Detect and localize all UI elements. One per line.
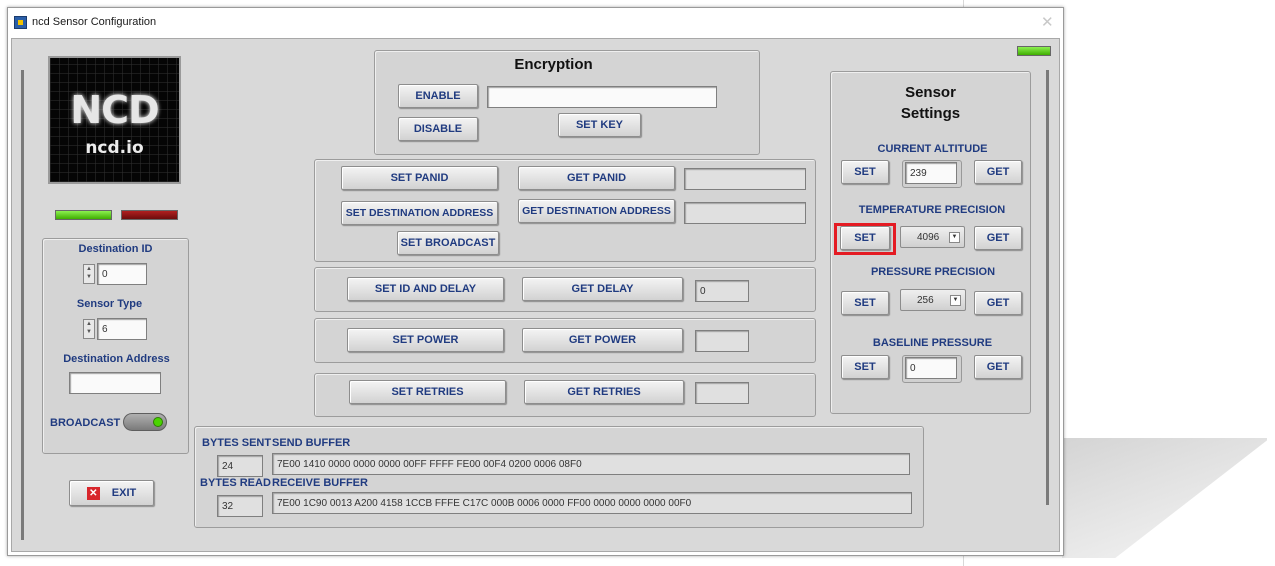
get-panid-button[interactable]: GET PANID: [518, 166, 675, 190]
bytes-read-label: BYTES READ: [200, 477, 271, 489]
logo-url: ncd.io: [85, 138, 144, 158]
left-scrollbar[interactable]: [21, 70, 24, 540]
pressure-precision-select[interactable]: 256 ▼: [900, 289, 966, 311]
right-scrollbar[interactable]: [1046, 70, 1049, 505]
ncd-logo: NCD ncd.io: [48, 56, 181, 184]
temperature-precision-value: 4096: [917, 231, 940, 243]
enable-button[interactable]: ENABLE: [398, 84, 478, 108]
destination-id-label: Destination ID: [78, 243, 153, 255]
baseline-pressure-label: BASELINE PRESSURE: [872, 337, 993, 349]
set-key-button[interactable]: SET KEY: [558, 113, 641, 137]
get-temperature-precision-button[interactable]: GET: [974, 226, 1022, 250]
current-altitude-label: CURRENT ALTITUDE: [877, 143, 988, 155]
sensor-type-spinner-icon[interactable]: ▲ ▼: [83, 319, 95, 339]
logo-text: NCD: [70, 88, 159, 132]
send-buffer-label: SEND BUFFER: [272, 437, 351, 449]
chevron-down-icon[interactable]: ▼: [949, 232, 960, 243]
send-buffer-display: 7E00 1410 0000 0000 0000 00FF FFFF FE00 …: [272, 453, 910, 475]
receive-buffer-label: RECEIVE BUFFER: [272, 477, 368, 489]
broadcast-label: BROADCAST: [50, 417, 121, 429]
get-retries-button[interactable]: GET RETRIES: [524, 380, 684, 404]
broadcast-toggle[interactable]: [123, 413, 167, 431]
encryption-title: Encryption: [514, 56, 593, 73]
disable-button[interactable]: DISABLE: [398, 117, 478, 141]
toggle-indicator-icon: [153, 417, 163, 427]
status-led-top: [1017, 46, 1051, 56]
set-broadcast-button[interactable]: SET BROADCAST: [397, 231, 499, 255]
set-destination-address-button[interactable]: SET DESTINATION ADDRESS: [341, 201, 498, 225]
baseline-pressure-input[interactable]: 0: [905, 357, 957, 379]
set-panid-button[interactable]: SET PANID: [341, 166, 498, 190]
get-power-button[interactable]: GET POWER: [522, 328, 683, 352]
highlight-box: [834, 223, 896, 255]
power-display: [695, 330, 749, 352]
get-destination-address-button[interactable]: GET DESTINATION ADDRESS: [518, 199, 675, 223]
encryption-key-input[interactable]: [487, 86, 717, 108]
bytes-read-display: 32: [217, 495, 263, 517]
get-delay-button[interactable]: GET DELAY: [522, 277, 683, 301]
sensor-settings-title-line2: Settings: [900, 105, 961, 122]
bytes-sent-label: BYTES SENT: [202, 437, 272, 449]
temperature-precision-select[interactable]: 4096 ▼: [900, 226, 965, 248]
set-baseline-pressure-button[interactable]: SET: [841, 355, 889, 379]
status-led-red: [121, 210, 178, 220]
set-retries-button[interactable]: SET RETRIES: [349, 380, 506, 404]
destination-address-display: [684, 202, 806, 224]
set-altitude-button[interactable]: SET: [841, 160, 889, 184]
bytes-sent-display: 24: [217, 455, 263, 477]
pressure-precision-label: PRESSURE PRECISION: [870, 266, 996, 278]
set-pressure-precision-button[interactable]: SET: [841, 291, 889, 315]
delay-display: 0: [695, 280, 749, 302]
close-x-icon: ✕: [86, 486, 100, 500]
destination-address-input[interactable]: [69, 372, 161, 394]
temperature-precision-label: TEMPERATURE PRECISION: [858, 204, 1006, 216]
set-power-button[interactable]: SET POWER: [347, 328, 504, 352]
sensor-type-label: Sensor Type: [76, 298, 143, 310]
set-id-and-delay-button[interactable]: SET ID AND DELAY: [347, 277, 504, 301]
receive-buffer-display: 7E00 1C90 0013 A200 4158 1CCB FFFE C17C …: [272, 492, 912, 514]
chevron-down-icon[interactable]: ▼: [950, 295, 961, 306]
current-altitude-input[interactable]: 239: [905, 162, 957, 184]
destination-id-spinner-icon[interactable]: ▲ ▼: [83, 264, 95, 284]
sensor-type-input[interactable]: 6: [97, 318, 147, 340]
retries-display: [695, 382, 749, 404]
sensor-settings-title-line1: Sensor: [905, 84, 956, 101]
destination-address-label: Destination Address: [63, 353, 170, 365]
status-led-green: [55, 210, 112, 220]
destination-id-input[interactable]: 0: [97, 263, 147, 285]
get-altitude-button[interactable]: GET: [974, 160, 1022, 184]
exit-button[interactable]: ✕ EXIT: [69, 480, 154, 506]
get-pressure-precision-button[interactable]: GET: [974, 291, 1022, 315]
panid-display: [684, 168, 806, 190]
exit-button-label: EXIT: [111, 487, 137, 499]
get-baseline-pressure-button[interactable]: GET: [974, 355, 1022, 379]
pressure-precision-value: 256: [917, 294, 934, 306]
